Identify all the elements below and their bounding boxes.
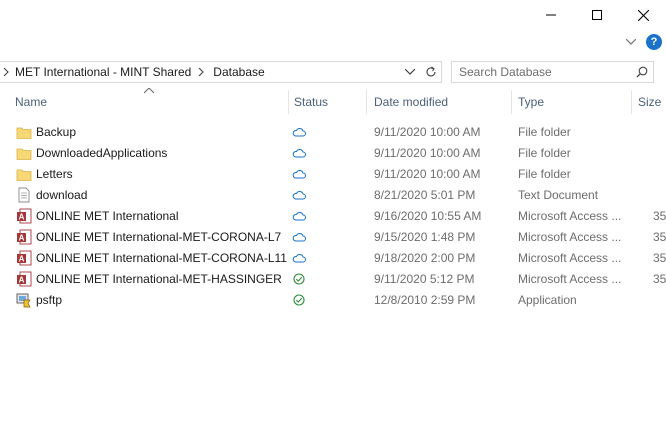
cloud-icon [292,163,306,184]
address-history-button[interactable] [399,62,420,82]
file-row[interactable]: Backup 9/11/2020 10:00 AM File folder [0,121,666,142]
date-modified: 9/11/2020 5:12 PM [374,271,475,286]
folder-icon [16,163,32,184]
date-modified: 9/11/2020 10:00 AM [374,145,481,160]
date-modified: 8/21/2020 5:01 PM [374,187,476,202]
file-size: 35 [653,271,666,286]
ribbon-controls: ? [622,32,666,52]
file-row[interactable]: A ONLINE MET International-MET-CORONA-L7… [0,226,666,247]
date-modified: 9/18/2020 2:00 PM [374,250,476,265]
refresh-icon [426,66,436,77]
date-modified: 9/11/2020 10:00 AM [374,166,481,181]
search-icon[interactable] [631,62,653,82]
file-list: Backup 9/11/2020 10:00 AM File folder Do… [0,121,666,310]
file-type: File folder [518,124,571,139]
date-modified: 9/15/2020 1:48 PM [374,229,476,244]
help-icon: ? [650,36,658,48]
file-row[interactable]: A ONLINE MET International-MET-HASSINGER… [0,268,666,289]
refresh-button[interactable] [420,62,441,82]
maximize-icon [592,10,602,20]
column-header-size[interactable]: Size [638,90,666,114]
close-icon [637,9,649,21]
cloud-icon [292,205,306,226]
breadcrumb: MET International - MINT Shared Database [0,65,399,79]
date-modified: 9/11/2020 10:00 AM [374,124,481,139]
file-name: download [36,187,88,202]
cloud-icon [292,247,306,268]
breadcrumb-item-database[interactable]: Database [213,65,264,79]
svg-text:A: A [19,212,25,221]
minimize-button[interactable] [528,0,574,30]
minimize-icon [546,14,556,16]
file-name: psftp [36,292,63,307]
file-type: Microsoft Access ... [518,271,622,286]
file-row[interactable]: Letters 9/11/2020 10:00 AM File folder [0,163,666,184]
file-name: DownloadedApplications [36,145,168,160]
access-database-icon: A [16,205,32,226]
cloud-icon [292,184,306,205]
date-modified: 9/16/2020 10:55 AM [374,208,482,223]
cloud-icon [292,226,306,247]
breadcrumb-item-shared[interactable]: MET International - MINT Shared [15,65,191,79]
date-modified: 12/8/2010 2:59 PM [374,292,476,307]
column-header-row: Name Status Date modified Type Size [0,87,666,114]
file-size: 35 [653,208,666,223]
svg-text:A: A [19,275,25,284]
file-type: Application [518,292,577,307]
text-document-icon [16,184,32,205]
file-type: Text Document [518,187,599,202]
synced-check-icon [292,289,306,310]
file-row[interactable]: psftp 12/8/2010 2:59 PM Application [0,289,666,310]
column-divider[interactable] [288,90,289,114]
column-divider[interactable] [511,90,512,114]
file-size: 35 [653,250,666,265]
file-type: File folder [518,166,571,181]
application-icon [16,289,32,310]
access-database-icon: A [16,226,32,247]
svg-text:A: A [19,254,25,263]
cloud-icon [292,121,306,142]
column-header-status[interactable]: Status [294,90,364,114]
synced-check-icon [292,268,306,289]
file-row[interactable]: A ONLINE MET International 9/16/2020 10:… [0,205,666,226]
file-type: Microsoft Access ... [518,229,622,244]
file-name: ONLINE MET International-MET-HASSINGER [36,271,282,286]
file-row[interactable]: download 8/21/2020 5:01 PM Text Document [0,184,666,205]
chevron-down-icon [405,69,415,75]
chevron-right-icon [3,68,9,76]
search-input[interactable]: Search Database [459,65,631,79]
column-header-type[interactable]: Type [518,90,628,114]
chevron-right-icon [198,68,205,76]
file-name: ONLINE MET International [36,208,179,223]
file-type: Microsoft Access ... [518,208,622,223]
file-name: ONLINE MET International-MET-CORONA-L7 [36,229,282,244]
folder-icon [16,142,32,163]
search-box[interactable]: Search Database [451,61,654,83]
file-name: Backup [36,124,77,139]
address-bar[interactable]: MET International - MINT Shared Database [0,61,442,83]
close-button[interactable] [620,0,666,30]
access-database-icon: A [16,268,32,289]
cloud-icon [292,142,306,163]
column-divider[interactable] [631,90,632,114]
expand-ribbon-button[interactable] [622,33,640,51]
access-database-icon: A [16,247,32,268]
column-header-date-modified[interactable]: Date modified [374,90,508,114]
help-button[interactable]: ? [646,34,662,50]
file-size: 35 [653,229,666,244]
window-controls [528,0,666,30]
file-row[interactable]: DownloadedApplications 9/11/2020 10:00 A… [0,142,666,163]
svg-text:A: A [19,233,25,242]
column-header-name[interactable]: Name [15,90,287,114]
file-name: Letters [36,166,73,181]
file-type: File folder [518,145,571,160]
column-divider[interactable] [366,90,367,114]
chevron-down-icon [626,39,636,45]
maximize-button[interactable] [574,0,620,30]
file-row[interactable]: A ONLINE MET International-MET-CORONA-L1… [0,247,666,268]
file-name: ONLINE MET International-MET-CORONA-L11 [36,250,287,265]
folder-icon [16,121,32,142]
file-type: Microsoft Access ... [518,250,622,265]
